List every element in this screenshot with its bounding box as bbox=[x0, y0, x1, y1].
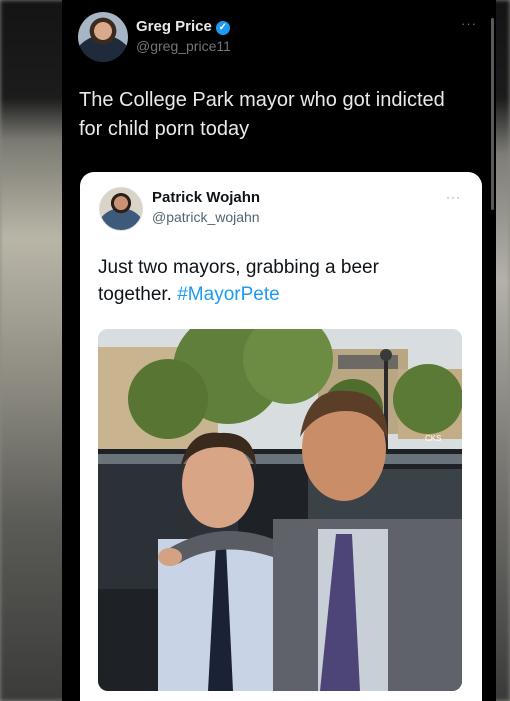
hashtag-link[interactable]: #MayorPete bbox=[177, 284, 279, 305]
building-sign-text: CKS bbox=[425, 434, 441, 443]
tweet-text: The College Park mayor who got indicted … bbox=[79, 89, 445, 140]
quoted-author-name[interactable]: Patrick Wojahn bbox=[152, 189, 260, 206]
quoted-tweet-text: Just two mayors, grabbing a beer togethe… bbox=[98, 254, 458, 308]
quoted-author-handle[interactable]: @patrick_wojahn bbox=[152, 209, 260, 225]
quoted-tweet[interactable]: Patrick Wojahn @patrick_wojahn ··· Just … bbox=[80, 172, 482, 701]
quoted-avatar[interactable] bbox=[99, 187, 143, 231]
author-name[interactable]: Greg Price ✓ bbox=[136, 18, 230, 35]
avatar[interactable] bbox=[78, 12, 128, 62]
scrollbar[interactable] bbox=[491, 18, 494, 210]
author-handle[interactable]: @greg_price11 bbox=[136, 38, 231, 54]
verified-badge-icon: ✓ bbox=[215, 21, 230, 35]
quoted-more-options-icon[interactable]: ··· bbox=[446, 190, 461, 204]
more-options-icon[interactable]: ··· bbox=[461, 16, 477, 31]
author-name-label[interactable]: Greg Price bbox=[136, 18, 212, 35]
blurred-background-left bbox=[0, 0, 70, 701]
tweet-photo[interactable]: CKS bbox=[98, 329, 462, 691]
